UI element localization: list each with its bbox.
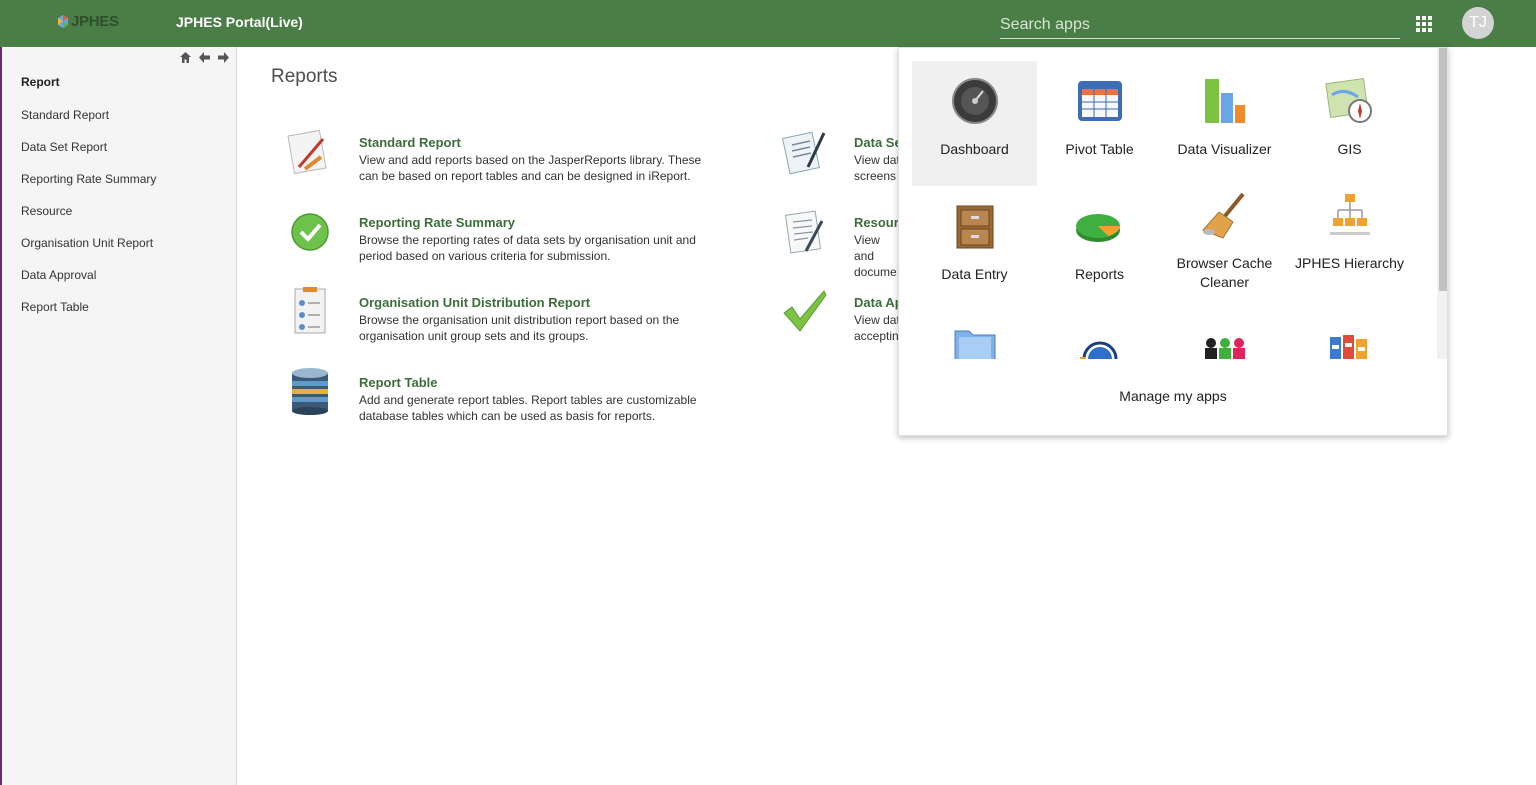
- report-description: View dat screens: [854, 153, 900, 183]
- report-title[interactable]: Reporting Rate Summary: [359, 215, 515, 230]
- logo-text: JPHES: [71, 13, 119, 30]
- report-title[interactable]: Organisation Unit Distribution Report: [359, 295, 590, 310]
- folder-icon: [954, 330, 996, 359]
- app-label: Dashboard: [940, 141, 1009, 157]
- headset-icon: [1080, 341, 1118, 359]
- report-description: View and docume: [854, 233, 897, 279]
- app-tile-gis[interactable]: GIS: [1287, 61, 1412, 186]
- sidebar-item-reporting-rate-summary[interactable]: Reporting Rate Summary: [21, 172, 156, 186]
- pie-chart-icon: [1076, 214, 1120, 242]
- app-tile-dashboard[interactable]: Dashboard: [912, 61, 1037, 186]
- report-description: View and add reports based on the Jasper…: [359, 153, 702, 183]
- sidebar-item-report-table[interactable]: Report Table: [21, 300, 89, 314]
- report-description: View dat acceptin: [854, 313, 900, 343]
- user-avatar[interactable]: TJ: [1462, 7, 1494, 39]
- puzzle-people-icon: [1205, 338, 1245, 359]
- checkmark-icon: [783, 290, 827, 332]
- app-tile-jphes-hierarchy[interactable]: JPHES Hierarchy: [1287, 186, 1412, 311]
- app-tile-data-entry[interactable]: Data Entry: [912, 186, 1037, 311]
- clipboard-users-icon: [294, 287, 326, 334]
- search-apps-input[interactable]: [1000, 12, 1400, 39]
- binders-icon: [1330, 335, 1367, 359]
- sidebar-heading[interactable]: Report: [21, 75, 60, 89]
- check-circle-icon: [291, 213, 329, 251]
- map-compass-icon: [1325, 77, 1372, 123]
- app-tile-folder[interactable]: [912, 311, 1037, 359]
- sidebar-item-standard-report[interactable]: Standard Report: [21, 108, 109, 122]
- page-title: Reports: [271, 66, 338, 87]
- report-title[interactable]: Standard Report: [359, 135, 461, 150]
- logo-mark-icon: [58, 14, 68, 28]
- manage-my-apps-link[interactable]: Manage my apps: [899, 388, 1447, 404]
- pencil-ruler-icon: [287, 129, 327, 175]
- app-label: Data Visualizer: [1177, 141, 1272, 157]
- app-tile-data-visualizer[interactable]: Data Visualizer: [1162, 61, 1287, 186]
- sidebar-item-data-approval[interactable]: Data Approval: [21, 268, 96, 282]
- broom-icon: [1202, 192, 1245, 239]
- jphes-logo[interactable]: JPHES: [56, 13, 119, 30]
- portal-title: JPHES Portal(Live): [176, 14, 303, 30]
- bar-chart-icon: [1205, 79, 1245, 123]
- report-description: Browse the reporting rates of data sets …: [359, 233, 696, 263]
- pivot-table-icon: [1078, 81, 1122, 121]
- app-label: JPHES Hierarchy: [1295, 255, 1404, 271]
- app-tile-community[interactable]: [1162, 311, 1287, 359]
- top-header: JPHES JPHES Portal(Live) TJ: [0, 0, 1536, 47]
- report-description: Add and generate report tables. Report t…: [359, 393, 697, 423]
- report-description: Browse the organisation unit distributio…: [359, 313, 680, 343]
- app-tile-pivot-table[interactable]: Pivot Table: [1037, 61, 1162, 186]
- report-title[interactable]: Report Table: [359, 375, 438, 390]
- app-tile-browser-cache-cleaner[interactable]: Browser Cache Cleaner: [1162, 186, 1287, 311]
- report-title[interactable]: Data Ap: [854, 295, 903, 310]
- apps-grid: Dashboard Pivot Table Data Visualizer GI…: [899, 48, 1437, 359]
- app-tile-binders[interactable]: [1287, 311, 1412, 359]
- sidebar-item-organisation-unit-report[interactable]: Organisation Unit Report: [21, 236, 153, 250]
- document-pen-icon: [784, 210, 824, 254]
- app-label: GIS: [1337, 141, 1362, 157]
- dashboard-icon: [952, 78, 998, 124]
- sidebar-item-resource[interactable]: Resource: [21, 204, 72, 218]
- app-label: Browser Cache Cleaner: [1176, 255, 1273, 290]
- report-title[interactable]: Resour: [854, 215, 899, 230]
- report-title[interactable]: Data Se: [854, 135, 902, 150]
- app-tile-support[interactable]: [1037, 311, 1162, 359]
- app-tile-reports[interactable]: Reports: [1037, 186, 1162, 311]
- app-label: Reports: [1074, 266, 1125, 282]
- app-label: Data Entry: [941, 266, 1008, 282]
- arrow-right-icon[interactable]: [217, 51, 230, 64]
- database-icon: [292, 368, 328, 415]
- apps-scrollbar-thumb[interactable]: [1439, 48, 1447, 291]
- arrow-left-icon[interactable]: [198, 51, 211, 64]
- app-label: Pivot Table: [1065, 141, 1134, 157]
- hierarchy-icon: [1330, 194, 1370, 235]
- sidebar: Report Standard Report Data Set Report R…: [2, 47, 237, 785]
- apps-menu-panel: Dashboard Pivot Table Data Visualizer GI…: [898, 47, 1448, 436]
- document-pen-icon: [781, 131, 826, 175]
- home-icon[interactable]: [179, 51, 192, 64]
- file-cabinet-icon: [956, 205, 994, 249]
- nav-arrows: [179, 51, 230, 64]
- sidebar-item-data-set-report[interactable]: Data Set Report: [21, 140, 107, 154]
- apps-grid-icon[interactable]: [1414, 14, 1434, 34]
